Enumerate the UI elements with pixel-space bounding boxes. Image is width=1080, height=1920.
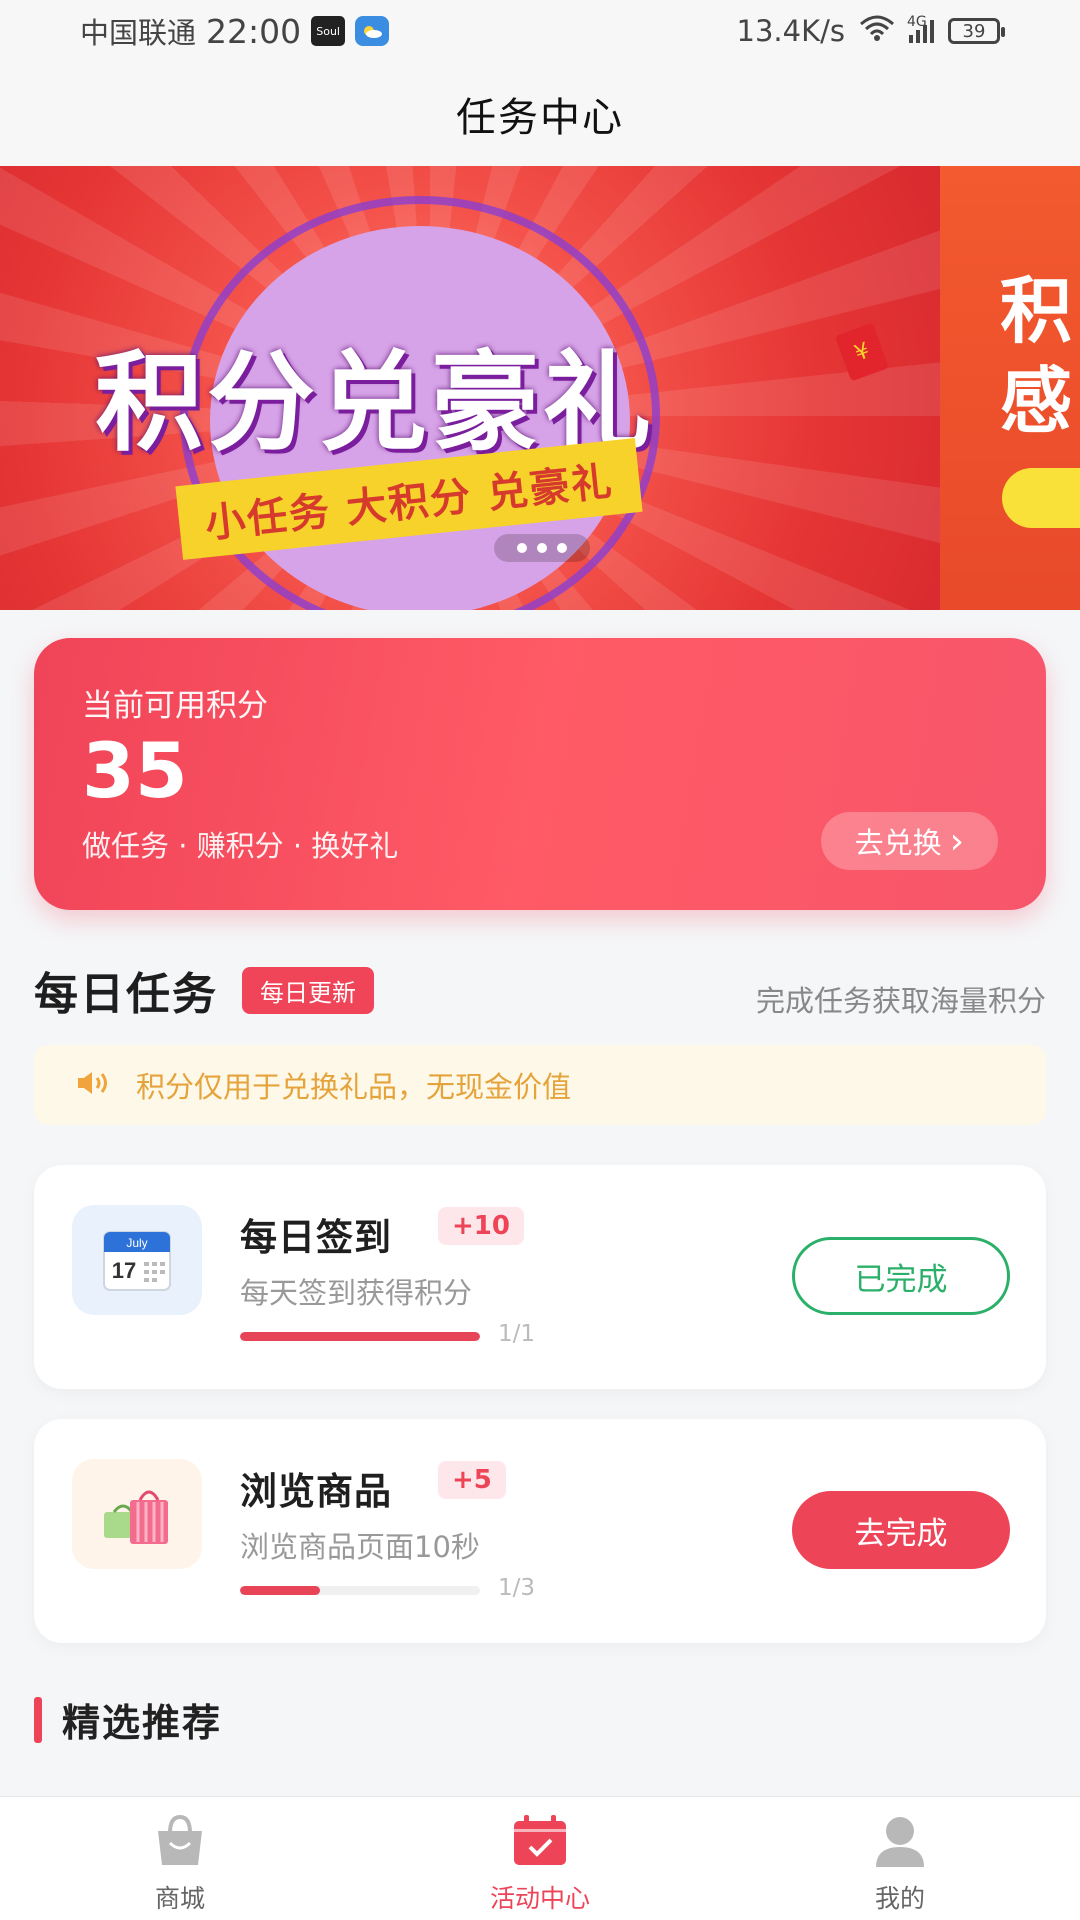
status-bar: 中国联通 22:00 Soul 13.4K/s 4G 39 — [0, 0, 1080, 62]
redeem-button[interactable]: 去兑换 › — [820, 812, 998, 870]
speaker-icon — [74, 1068, 114, 1102]
task-progress-text: 1/3 — [498, 1575, 536, 1601]
notice-bar: 积分仅用于兑换礼品，无现金价值 — [34, 1045, 1046, 1125]
carousel-dot — [517, 543, 527, 553]
calendar-day: 17 — [112, 1258, 136, 1283]
task-points-badge: +10 — [438, 1207, 524, 1245]
task-title: 浏览商品 — [240, 1470, 392, 1513]
tab-mine[interactable]: 我的 — [720, 1797, 1080, 1920]
soul-app-icon: Soul — [311, 16, 346, 46]
task-progress-fill — [240, 1332, 480, 1341]
daily-tasks-header: 每日任务 每日更新 — [34, 958, 374, 1022]
tab-label: 活动中心 — [489, 1884, 590, 1913]
user-icon — [870, 1815, 930, 1871]
featured-title: 精选推荐 — [62, 1701, 223, 1745]
tab-label: 商城 — [154, 1884, 205, 1913]
tab-mall[interactable]: 商城 — [0, 1797, 360, 1920]
points-tagline: 做任务 · 赚积分 · 换好礼 — [82, 829, 399, 863]
notice-text: 积分仅用于兑换礼品，无现金价值 — [136, 1070, 572, 1104]
carousel-dot — [557, 543, 567, 553]
task-card-checkin: July 17 每日签到 +10 每天签到获得积分 1/1 已完成 — [34, 1165, 1046, 1389]
task-progress-bar — [240, 1332, 480, 1341]
next-slide-text: 积 感 — [1000, 269, 1073, 443]
carousel-indicator — [494, 534, 590, 562]
status-time: 22:00 — [206, 11, 302, 51]
carrier-label: 中国联通 — [80, 16, 197, 50]
calendar-month: July — [126, 1236, 147, 1250]
shopping-bag-icon — [72, 1459, 202, 1569]
daily-tasks-subtitle: 完成任务获取海量积分 — [755, 984, 1046, 1018]
weather-app-icon — [355, 16, 390, 46]
calendar-check-icon — [510, 1815, 570, 1871]
chevron-right-icon: › — [949, 820, 964, 862]
banner-carousel[interactable]: 积分兑豪礼 小任务 大积分 兑豪礼 ¥ 积 感 — [0, 166, 1080, 610]
task-progress-fill — [240, 1586, 320, 1595]
network-speed: 13.4K/s — [736, 14, 845, 48]
task-description: 每天签到获得积分 — [240, 1276, 473, 1310]
signal-icon: 4G — [907, 14, 934, 43]
task-progress-text: 1/1 — [498, 1321, 536, 1347]
network-type: 4G — [907, 13, 927, 30]
page-title: 任务中心 — [456, 95, 624, 141]
wifi-icon — [859, 14, 895, 49]
daily-update-badge: 每日更新 — [242, 966, 374, 1014]
task-completed-button[interactable]: 已完成 — [792, 1237, 1010, 1315]
points-value: 35 — [82, 726, 188, 815]
task-card-browse: 浏览商品 +5 浏览商品页面10秒 1/3 去完成 — [34, 1419, 1046, 1643]
task-progress-bar — [240, 1586, 480, 1595]
nav-bar: 任务中心 — [0, 62, 1080, 166]
carousel-dot — [537, 543, 547, 553]
status-left: 中国联通 22:00 Soul — [80, 10, 390, 52]
featured-header: 精选推荐 — [34, 1692, 222, 1747]
daily-tasks-title: 每日任务 — [34, 969, 218, 1020]
bottom-tab-bar: 商城 活动中心 我的 — [0, 1796, 1080, 1920]
tab-activity-center[interactable]: 活动中心 — [360, 1797, 720, 1920]
status-right: 13.4K/s 4G 39 — [736, 14, 1005, 49]
task-description: 浏览商品页面10秒 — [240, 1530, 480, 1564]
banner-slide[interactable]: 积分兑豪礼 小任务 大积分 兑豪礼 ¥ — [0, 166, 940, 610]
points-label: 当前可用积分 — [82, 688, 268, 724]
points-card: 当前可用积分 35 做任务 · 赚积分 · 换好礼 去兑换 › — [34, 638, 1046, 910]
next-slide-button — [1002, 468, 1080, 528]
featured-accent-bar — [34, 1696, 42, 1743]
task-points-badge: +5 — [438, 1461, 506, 1499]
redeem-button-label: 去兑换 — [854, 826, 942, 860]
task-go-button[interactable]: 去完成 — [792, 1491, 1010, 1569]
battery-icon: 39 — [948, 18, 1005, 44]
shop-bag-icon — [150, 1814, 210, 1871]
banner-slide-next[interactable]: 积 感 — [940, 166, 1080, 610]
task-title: 每日签到 — [240, 1216, 392, 1259]
calendar-icon: July 17 — [72, 1205, 202, 1315]
tab-label: 我的 — [874, 1884, 925, 1913]
